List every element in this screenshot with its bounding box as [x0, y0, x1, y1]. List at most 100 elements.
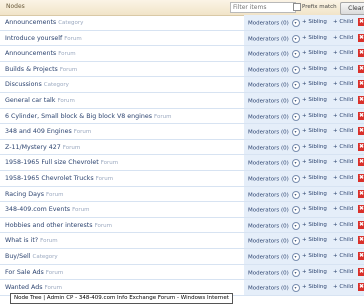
- node-cell[interactable]: Builds & Projects Forum: [0, 62, 244, 77]
- node-cell[interactable]: Announcements Category: [0, 15, 244, 30]
- node-name[interactable]: General car talk: [5, 97, 55, 104]
- node-name[interactable]: For Sale Ads: [5, 269, 44, 276]
- moderators-dropdown[interactable]: Moderators (0) ▾: [248, 284, 300, 293]
- chevron-down-icon[interactable]: ▾: [291, 206, 300, 215]
- delete-icon[interactable]: ✖: [358, 33, 364, 42]
- delete-icon[interactable]: ✖: [358, 95, 364, 104]
- node-cell[interactable]: 348 and 409 Engines Forum: [0, 124, 244, 139]
- moderators-dropdown[interactable]: Moderators (0) ▾: [248, 174, 300, 183]
- moderators-dropdown[interactable]: Moderators (0) ▾: [248, 268, 300, 277]
- node-title[interactable]: 6 Cylinder, Small block & Big block V8 e…: [5, 113, 171, 120]
- node-cell[interactable]: Discussions Category: [0, 77, 244, 92]
- add-sibling-button[interactable]: + Sibling: [302, 97, 327, 103]
- delete-icon[interactable]: ✖: [358, 111, 364, 120]
- add-child-button[interactable]: + Child: [333, 269, 353, 275]
- node-cell[interactable]: 6 Cylinder, Small block & Big block V8 e…: [0, 109, 244, 124]
- moderators-dropdown[interactable]: Moderators (0) ▾: [248, 206, 300, 215]
- node-title[interactable]: Discussions Category: [5, 81, 69, 88]
- add-child-button[interactable]: + Child: [333, 113, 353, 119]
- node-title[interactable]: Wanted Ads Forum: [5, 284, 62, 291]
- add-child-button[interactable]: + Child: [333, 222, 353, 228]
- node-name[interactable]: Announcements: [5, 19, 56, 26]
- node-cell[interactable]: Hobbies and other interests Forum: [0, 218, 244, 233]
- add-child-button[interactable]: + Child: [333, 19, 353, 25]
- chevron-down-icon[interactable]: ▾: [291, 159, 300, 168]
- add-sibling-button[interactable]: + Sibling: [302, 191, 327, 197]
- moderators-dropdown[interactable]: Moderators (0) ▾: [248, 159, 300, 168]
- add-child-button[interactable]: + Child: [333, 237, 353, 243]
- chevron-down-icon[interactable]: ▾: [291, 19, 300, 27]
- node-name[interactable]: Discussions: [5, 81, 42, 88]
- chevron-down-icon[interactable]: ▾: [291, 65, 300, 74]
- node-title[interactable]: Builds & Projects Forum: [5, 66, 77, 73]
- node-title[interactable]: Announcements Forum: [5, 50, 76, 57]
- node-title[interactable]: Buy/Sell Category: [5, 253, 58, 260]
- moderators-dropdown[interactable]: Moderators (0) ▾: [248, 128, 300, 137]
- delete-icon[interactable]: ✖: [358, 236, 364, 245]
- add-child-button[interactable]: + Child: [333, 144, 353, 150]
- add-sibling-button[interactable]: + Sibling: [302, 237, 327, 243]
- moderators-dropdown[interactable]: Moderators (0) ▾: [248, 81, 300, 90]
- node-cell[interactable]: 1958-1965 Chevrolet Trucks Forum: [0, 171, 244, 186]
- node-name[interactable]: 348 and 409 Engines: [5, 128, 72, 135]
- delete-icon[interactable]: ✖: [358, 127, 364, 136]
- moderators-dropdown[interactable]: Moderators (0) ▾: [248, 190, 300, 199]
- add-sibling-button[interactable]: + Sibling: [302, 269, 327, 275]
- node-title[interactable]: 1958-1965 Full size Chevrolet Forum: [5, 159, 118, 166]
- delete-icon[interactable]: ✖: [358, 267, 364, 276]
- chevron-down-icon[interactable]: ▾: [291, 190, 300, 199]
- node-name[interactable]: Racing Days: [5, 191, 44, 198]
- delete-icon[interactable]: ✖: [358, 49, 364, 58]
- node-cell[interactable]: Introduce yourself Forum: [0, 31, 244, 46]
- moderators-dropdown[interactable]: Moderators (0) ▾: [248, 65, 300, 74]
- node-name[interactable]: Z-11/Mystery 427: [5, 144, 61, 151]
- moderators-dropdown[interactable]: Moderators (0) ▾: [248, 19, 300, 27]
- node-title[interactable]: 1958-1965 Chevrolet Trucks Forum: [5, 175, 113, 182]
- node-cell[interactable]: Racing Days Forum: [0, 187, 244, 202]
- add-child-button[interactable]: + Child: [333, 81, 353, 87]
- add-sibling-button[interactable]: + Sibling: [302, 175, 327, 181]
- chevron-down-icon[interactable]: ▾: [291, 284, 300, 293]
- chevron-down-icon[interactable]: ▾: [291, 81, 300, 90]
- node-title[interactable]: General car talk Forum: [5, 97, 75, 104]
- moderators-dropdown[interactable]: Moderators (0) ▾: [248, 143, 300, 152]
- node-name[interactable]: 348-409.com Events: [5, 206, 70, 213]
- node-title[interactable]: 348-409.com Events Forum: [5, 206, 90, 213]
- add-sibling-button[interactable]: + Sibling: [302, 113, 327, 119]
- moderators-dropdown[interactable]: Moderators (0) ▾: [248, 96, 300, 105]
- delete-icon[interactable]: ✖: [358, 64, 364, 73]
- add-child-button[interactable]: + Child: [333, 35, 353, 41]
- node-title[interactable]: 348 and 409 Engines Forum: [5, 128, 91, 135]
- delete-icon[interactable]: ✖: [358, 189, 364, 198]
- chevron-down-icon[interactable]: ▾: [291, 237, 300, 246]
- add-child-button[interactable]: + Child: [333, 206, 353, 212]
- moderators-dropdown[interactable]: Moderators (0) ▾: [248, 221, 300, 230]
- delete-icon[interactable]: ✖: [358, 80, 364, 89]
- node-cell[interactable]: 1958-1965 Full size Chevrolet Forum: [0, 155, 244, 170]
- node-name[interactable]: 1958-1965 Full size Chevrolet: [5, 159, 99, 166]
- chevron-down-icon[interactable]: ▾: [291, 128, 300, 137]
- chevron-down-icon[interactable]: ▾: [291, 96, 300, 105]
- node-title[interactable]: Announcements Category: [5, 19, 83, 26]
- add-child-button[interactable]: + Child: [333, 97, 353, 103]
- delete-icon[interactable]: ✖: [358, 18, 364, 26]
- moderators-dropdown[interactable]: Moderators (0) ▾: [248, 237, 300, 246]
- delete-icon[interactable]: ✖: [358, 205, 364, 214]
- add-child-button[interactable]: + Child: [333, 253, 353, 259]
- delete-icon[interactable]: ✖: [358, 251, 364, 260]
- add-child-button[interactable]: + Child: [333, 66, 353, 72]
- node-name[interactable]: 1958-1965 Chevrolet Trucks: [5, 175, 94, 182]
- chevron-down-icon[interactable]: ▾: [291, 221, 300, 230]
- add-child-button[interactable]: + Child: [333, 284, 353, 290]
- node-cell[interactable]: General car talk Forum: [0, 93, 244, 108]
- add-sibling-button[interactable]: + Sibling: [302, 253, 327, 259]
- add-child-button[interactable]: + Child: [333, 191, 353, 197]
- moderators-dropdown[interactable]: Moderators (0) ▾: [248, 50, 300, 59]
- moderators-dropdown[interactable]: Moderators (0) ▾: [248, 112, 300, 121]
- node-name[interactable]: Buy/Sell: [5, 253, 31, 260]
- add-sibling-button[interactable]: + Sibling: [302, 35, 327, 41]
- add-child-button[interactable]: + Child: [333, 50, 353, 56]
- node-name[interactable]: What is it?: [5, 237, 38, 244]
- add-sibling-button[interactable]: + Sibling: [302, 284, 327, 290]
- add-sibling-button[interactable]: + Sibling: [302, 222, 327, 228]
